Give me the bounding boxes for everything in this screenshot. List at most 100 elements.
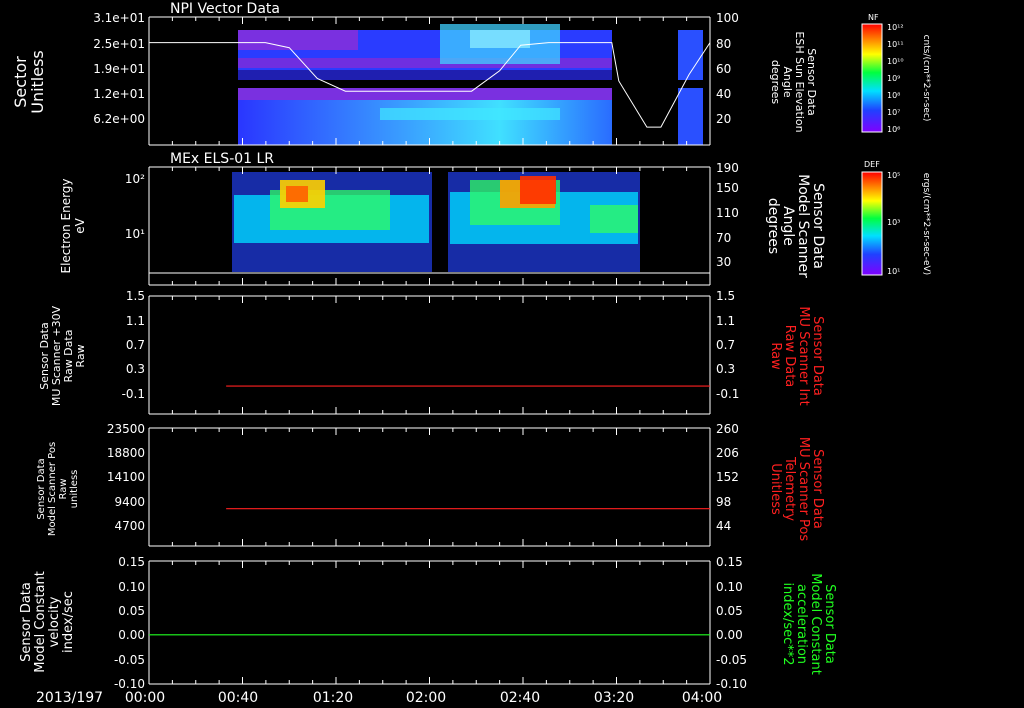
p5-right-label: Sensor Data Model Constant acceleration … (780, 573, 837, 675)
svg-text:degrees: degrees (769, 60, 782, 105)
y-tick-label: -0.05 (114, 653, 145, 667)
svg-text:Sensor Data: Sensor Data (19, 582, 34, 662)
y2-tick-label: 260 (716, 422, 739, 436)
y-tick-label: 1.5 (126, 289, 145, 303)
svg-text:Sensor Data: Sensor Data (822, 584, 837, 664)
date-label: 2013/197 (36, 690, 103, 706)
els-spectrogram (232, 172, 640, 272)
svg-text:10¹⁰: 10¹⁰ (887, 57, 904, 66)
panel-model-constant: 0.15 0.10 0.05 0.00 -0.05 -0.10 0.15 0.1… (19, 555, 837, 691)
y-tick-label: 6.2e+00 (93, 112, 145, 126)
svg-text:10¹: 10¹ (887, 267, 900, 276)
p4-left-label: Sensor Data Model Scanner Pos Raw unitle… (36, 442, 80, 536)
svg-text:unitless: unitless (69, 470, 80, 509)
svg-text:Raw: Raw (768, 342, 783, 370)
svg-text:MU Scanner Pos: MU Scanner Pos (796, 437, 811, 542)
svg-text:Sensor Data: Sensor Data (36, 458, 47, 519)
p5-left-label: Sensor Data Model Constant velocity inde… (19, 571, 76, 673)
svg-text:Electron Energy: Electron Energy (59, 178, 73, 273)
panel-mu-scanner-pos: 23500 18800 14100 9400 4700 260 206 152 … (36, 422, 825, 547)
npi-right-ticks: 100 80 60 40 20 (716, 11, 739, 126)
panel5-frame (148, 560, 711, 685)
y2-tick-label: 20 (716, 112, 731, 126)
svg-text:10¹¹: 10¹¹ (887, 40, 904, 49)
panel4-frame (148, 427, 711, 547)
x-tick-label: 04:00 (682, 690, 722, 706)
svg-text:Raw: Raw (58, 478, 69, 499)
svg-text:Sensor Data: Sensor Data (810, 183, 826, 269)
y2-tick-label: 44 (716, 519, 731, 533)
svg-text:Unitless: Unitless (768, 463, 783, 515)
svg-text:10¹²: 10¹² (887, 23, 904, 32)
y-tick-label: 0.00 (118, 628, 145, 642)
npi-left-ticks: 3.1e+01 2.5e+01 1.9e+01 1.2e+01 6.2e+00 (93, 11, 145, 126)
x-tick-label: 02:40 (500, 690, 540, 706)
y-tick-label: -0.1 (122, 387, 145, 401)
y-tick-label: 2.5e+01 (93, 37, 145, 51)
y2-tick-label: 0.7 (716, 338, 735, 352)
panel3-frame (148, 295, 711, 415)
svg-text:Unitless: Unitless (28, 50, 47, 114)
y-tick-label: 0.3 (126, 362, 145, 376)
y2-tick-label: 0.3 (716, 362, 735, 376)
y2-tick-label: 0.05 (716, 604, 743, 618)
y2-tick-label: 110 (716, 206, 739, 220)
y2-tick-label: 100 (716, 11, 739, 25)
y-tick-label: 14100 (107, 470, 145, 484)
y2-tick-label: 152 (716, 470, 739, 484)
svg-text:Angle: Angle (780, 206, 796, 246)
p3-left-label: Sensor Data MU Scanner +30V Raw Data Raw (38, 305, 87, 406)
x-tick-label: 01:20 (313, 690, 353, 706)
y2-tick-label: 98 (716, 495, 731, 509)
p3-right-label: Sensor Data MU Scanner Int Raw Data Raw (768, 306, 825, 405)
y-tick-label: 4700 (114, 519, 145, 533)
svg-text:10⁵: 10⁵ (887, 171, 900, 180)
y2-tick-label: 190 (716, 161, 739, 175)
svg-text:10⁸: 10⁸ (887, 91, 900, 100)
y2-tick-label: -0.05 (716, 653, 747, 667)
y-tick-label: 10² (125, 172, 145, 186)
npi-left-label: Sector Unitless (11, 50, 47, 114)
y-tick-label: 0.05 (118, 604, 145, 618)
x-tick-label: 03:20 (594, 690, 634, 706)
svg-text:MU Scanner Int: MU Scanner Int (796, 306, 811, 405)
svg-text:Model Constant: Model Constant (808, 573, 823, 675)
y2-tick-label: -0.10 (716, 677, 747, 691)
svg-text:10⁶: 10⁶ (887, 125, 900, 134)
svg-text:10⁷: 10⁷ (887, 108, 900, 117)
y-tick-label: 1.9e+01 (93, 62, 145, 76)
panel-mu-scanner-int: 1.5 1.1 0.7 0.3 -0.1 1.5 1.1 0.7 0.3 -0.… (38, 289, 825, 415)
els-left-label: Electron Energy eV (59, 178, 87, 273)
y2-tick-label: 150 (716, 181, 739, 195)
y2-tick-label: 1.1 (716, 314, 735, 328)
y2-tick-label: 30 (716, 255, 731, 269)
y-tick-label: 3.1e+01 (93, 11, 145, 25)
svg-text:Raw Data: Raw Data (782, 325, 797, 388)
y-tick-label: 0.10 (118, 580, 145, 594)
svg-text:Model Constant: Model Constant (33, 571, 48, 673)
y-tick-label: 18800 (107, 446, 145, 460)
y-tick-label: 0.7 (126, 338, 145, 352)
y2-tick-label: -0.1 (716, 387, 739, 401)
y2-tick-label: 60 (716, 62, 731, 76)
npi-colorbar: NF 10¹² 10¹¹ 10¹⁰ 10⁹ 10⁸ 10⁷ 10⁶ cnts/(… (861, 13, 931, 134)
y-tick-label: -0.10 (114, 677, 145, 691)
y-tick-label: 23500 (107, 422, 145, 436)
y2-tick-label: 0.15 (716, 555, 743, 569)
svg-text:Model Scanner Pos: Model Scanner Pos (47, 442, 58, 536)
colorbar-unit: ergs/(cm**2-sr-sec-eV) (921, 173, 931, 275)
x-tick-label: 00:00 (125, 690, 165, 706)
npi-spectrogram (238, 24, 703, 145)
panel-title: MEx ELS-01 LR (170, 151, 274, 167)
y-tick-label: 1.2e+01 (93, 87, 145, 101)
y-tick-label: 1.1 (126, 314, 145, 328)
time-axis: 2013/197 00:00 00:40 01:20 02:00 02:40 0… (36, 690, 722, 706)
p4-right-label: Sensor Data MU Scanner Pos Telemetry Uni… (768, 437, 825, 542)
svg-text:10⁹: 10⁹ (887, 74, 900, 83)
colorbar-unit: cnts/(cm**2-sr-sec) (921, 35, 931, 122)
colorbar-label: NF (868, 13, 879, 22)
els-right-label: Sensor Data Model Scanner Angle degrees (765, 174, 826, 278)
svg-text:Raw: Raw (74, 344, 87, 367)
svg-text:Sensor Data: Sensor Data (810, 449, 825, 529)
svg-text:10³: 10³ (887, 218, 900, 227)
